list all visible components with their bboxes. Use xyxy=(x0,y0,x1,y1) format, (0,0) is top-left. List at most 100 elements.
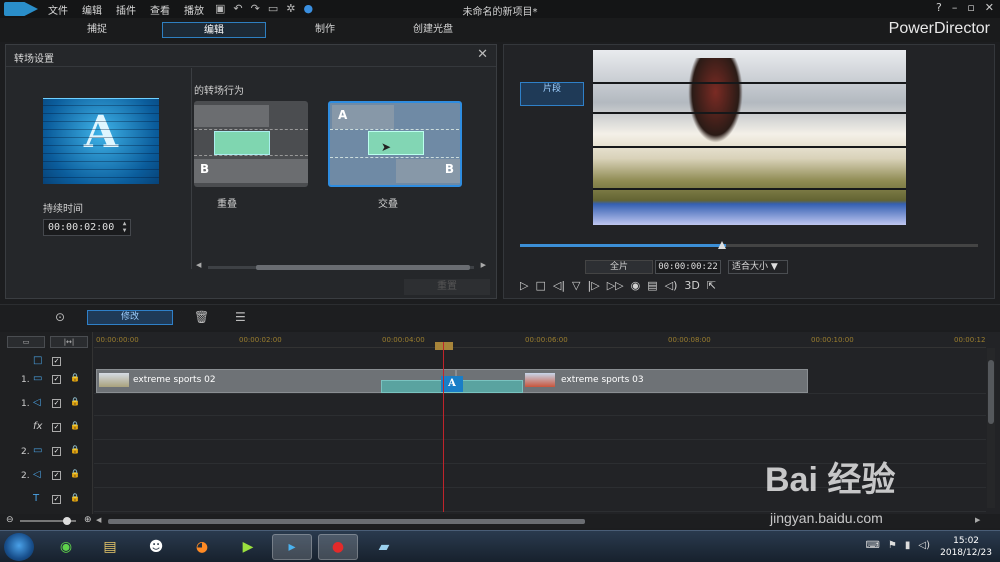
taskbar-firefox-icon[interactable]: ◕ xyxy=(182,534,222,560)
lock-icon[interactable]: 🔒 xyxy=(70,421,80,430)
options-scrollbar[interactable]: ◀ ▶ xyxy=(196,261,486,271)
track-number: 2. xyxy=(21,447,30,457)
track-checkbox[interactable]: ✓ xyxy=(52,423,61,432)
ruler-tick: 00:00:06:00 xyxy=(525,336,568,344)
taskbar-clock[interactable]: 15:02 2018/12/23 xyxy=(940,535,992,559)
tab-produce[interactable]: 制作 xyxy=(280,22,370,38)
scroll-thumb[interactable] xyxy=(256,265,470,270)
lock-icon[interactable]: 🔒 xyxy=(70,493,80,502)
scroll-right-icon[interactable]: ▶ xyxy=(481,261,486,269)
mark-icon[interactable]: ▽ xyxy=(572,279,580,292)
account-icon[interactable]: ● xyxy=(303,2,313,15)
duration-stepper[interactable]: ▲ ▼ xyxy=(120,220,129,235)
option-overlap[interactable]: B xyxy=(194,101,308,187)
next-frame-icon[interactable]: |▷ xyxy=(588,279,600,292)
snapshot-icon[interactable]: ◉ xyxy=(631,279,641,292)
option-cross[interactable]: A B ➤ xyxy=(328,101,462,187)
aspect-icon[interactable]: ▭ xyxy=(268,2,278,15)
menu-edit[interactable]: 编辑 xyxy=(82,2,102,17)
transition-icon[interactable]: A xyxy=(441,376,463,392)
playhead-handle[interactable] xyxy=(435,342,453,350)
taskbar-360-icon[interactable]: ◉ xyxy=(46,534,86,560)
watermark-url: jingyan.baidu.com xyxy=(770,510,883,526)
flag-icon[interactable]: ⚑ xyxy=(888,540,897,551)
track-checkbox[interactable]: ✓ xyxy=(52,375,61,384)
network-icon[interactable]: ▮ xyxy=(905,540,911,551)
progress-knob[interactable] xyxy=(718,241,726,249)
stop-icon[interactable]: □ xyxy=(535,279,545,292)
zoom-knob[interactable] xyxy=(63,517,71,525)
lock-icon[interactable]: 🔒 xyxy=(70,373,80,382)
zoom-in-icon[interactable]: ⊕ xyxy=(84,515,92,525)
more-icon[interactable]: ☰ xyxy=(235,310,246,324)
scroll-right-icon[interactable]: ▶ xyxy=(975,516,980,524)
menu-view[interactable]: 查看 xyxy=(150,2,170,17)
3d-toggle[interactable]: 3D xyxy=(684,279,699,292)
track-checkbox[interactable]: ✓ xyxy=(52,471,61,480)
play-icon[interactable]: ▷ xyxy=(520,279,528,292)
redo-icon[interactable]: ↷ xyxy=(251,2,260,15)
reset-button[interactable]: 重置 xyxy=(404,279,490,295)
fit-label: 适合大小 xyxy=(732,262,769,272)
expand-icon[interactable]: ⊙ xyxy=(55,310,65,324)
close-icon[interactable]: ✕ xyxy=(985,1,994,14)
lock-icon[interactable]: 🔒 xyxy=(70,397,80,406)
fast-forward-icon[interactable]: ▷▷ xyxy=(607,279,624,292)
help-icon[interactable]: ? xyxy=(936,1,942,14)
duration-field[interactable]: 00:00:02:00 ▲ ▼ xyxy=(43,219,131,236)
trash-icon[interactable]: 🗑 xyxy=(194,310,209,324)
clip-mode-button[interactable]: 片段 xyxy=(520,82,584,106)
track-checkbox[interactable]: ✓ xyxy=(52,447,61,456)
taskbar-qq-icon[interactable]: ☻ xyxy=(136,534,176,560)
menu-play[interactable]: 播放 xyxy=(184,2,204,17)
track-number: 1. xyxy=(21,399,30,409)
volume-icon[interactable]: ◁) xyxy=(918,540,930,551)
volume-icon[interactable]: ◁) xyxy=(665,279,678,292)
taskbar-recorder-icon[interactable]: ● xyxy=(318,534,358,560)
taskbar-powerdirector-icon[interactable]: ▸ xyxy=(272,534,312,560)
taskbar-explorer-icon[interactable]: ▤ xyxy=(90,534,130,560)
modify-button[interactable]: 修改 xyxy=(87,310,173,325)
scroll-left-icon[interactable]: ◀ xyxy=(196,261,201,269)
scroll-left-icon[interactable]: ◀ xyxy=(96,516,101,524)
preview-progress[interactable] xyxy=(520,244,978,247)
timeline-scroll-thumb[interactable] xyxy=(108,519,585,524)
external-view-icon[interactable]: ⇱ xyxy=(707,279,716,292)
keyboard-icon[interactable]: ⌨ xyxy=(865,540,879,551)
taskbar-app-icon[interactable]: ▶ xyxy=(228,534,268,560)
start-button[interactable] xyxy=(4,533,34,561)
track-checkbox[interactable]: ✓ xyxy=(52,495,61,504)
master-checkbox[interactable]: ✓ xyxy=(52,357,61,366)
restore-icon[interactable]: ▫ xyxy=(967,1,974,14)
tab-create-disc[interactable]: 创建光盘 xyxy=(388,22,478,38)
taskbar-notepad-icon[interactable]: ▰ xyxy=(364,534,404,560)
fit-dropdown[interactable]: 适合大小 ▼ xyxy=(728,260,788,274)
settings-icon[interactable]: ✲ xyxy=(286,2,295,15)
close-panel-icon[interactable]: ✕ xyxy=(477,47,488,62)
lock-icon[interactable]: 🔒 xyxy=(70,445,80,454)
lock-icon[interactable]: 🔒 xyxy=(70,469,80,478)
behavior-label: 的转场行为 xyxy=(194,86,244,97)
tab-capture[interactable]: 捕捉 xyxy=(52,22,142,38)
tab-edit[interactable]: 编辑 xyxy=(162,22,266,38)
timecode-display[interactable]: 00:00:00:22 xyxy=(655,260,721,274)
undo-icon[interactable]: ↶ xyxy=(233,2,242,15)
time-ruler[interactable]: 00:00:00:00 00:00:02:00 00:00:04:00 00:0… xyxy=(94,332,986,348)
zoom-out-icon[interactable]: ⊖ xyxy=(6,515,14,525)
prev-frame-icon[interactable]: ◁| xyxy=(553,279,565,292)
save-icon[interactable]: ▣ xyxy=(215,2,225,15)
playback-controls: ▷ □ ◁| ▽ |▷ ▷▷ ◉ ▤ ◁) 3D ⇱ xyxy=(520,279,716,292)
track-checkbox[interactable]: ✓ xyxy=(52,399,61,408)
minimize-icon[interactable]: – xyxy=(952,1,958,14)
scroll-thumb[interactable] xyxy=(988,360,994,424)
menu-file[interactable]: 文件 xyxy=(48,2,68,17)
track-number: 1. xyxy=(21,375,30,385)
menu-plugins[interactable]: 插件 xyxy=(116,2,136,17)
subtitle-icon[interactable]: ▤ xyxy=(647,279,657,292)
ruler-tick: 00:00:10:00 xyxy=(811,336,854,344)
movie-mode-button[interactable]: 全片 xyxy=(585,260,653,274)
app-logo-icon xyxy=(4,2,38,16)
timeline-vertical-scrollbar[interactable] xyxy=(987,348,995,508)
track-manager-button[interactable]: ▭ xyxy=(7,336,45,348)
fit-timeline-button[interactable]: |↔| xyxy=(50,336,88,348)
